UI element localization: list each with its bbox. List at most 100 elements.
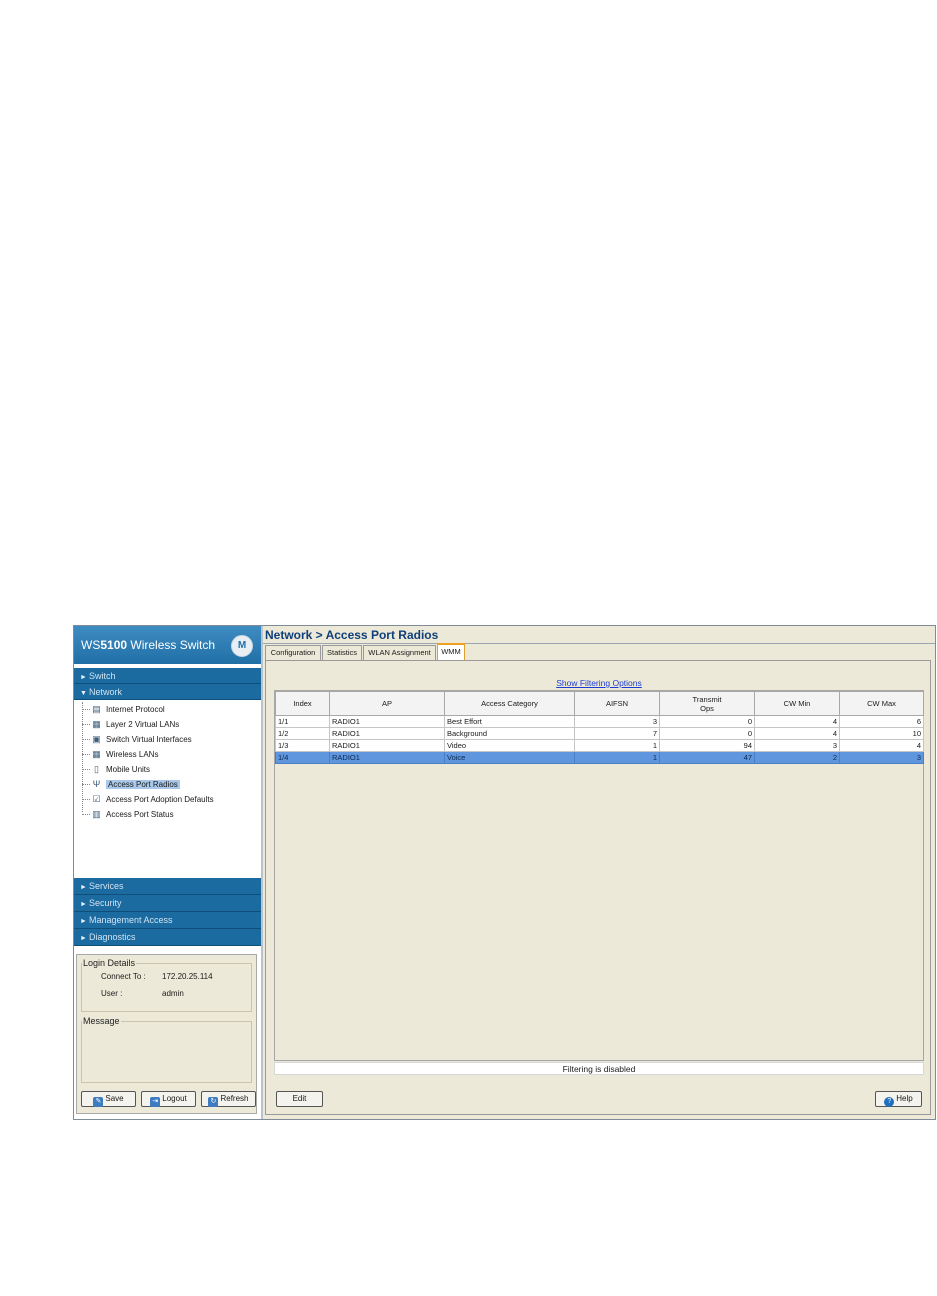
- refresh-icon: ↻: [208, 1097, 219, 1107]
- col-header-transmit-ops[interactable]: Transmit Ops: [659, 691, 755, 716]
- cell-cw-min: 2: [754, 751, 840, 764]
- cell-ap: RADIO1: [329, 715, 445, 728]
- login-details: Login Details Connect To :172.20.25.114 …: [81, 958, 252, 1012]
- tree-item-switch-virtual-interfaces[interactable]: ▣ Switch Virtual Interfaces: [74, 732, 261, 747]
- nav-label: Network: [89, 687, 123, 697]
- wlan-icon: ▦: [92, 749, 101, 759]
- cell-index: 1/2: [275, 727, 330, 740]
- help-button[interactable]: ? Help: [875, 1091, 922, 1107]
- user-label: User :: [101, 989, 123, 998]
- nav-label: Switch: [89, 671, 116, 681]
- tree-item-wireless-lans[interactable]: ▦ Wireless LANs: [74, 747, 261, 762]
- nav-services[interactable]: ► Services: [74, 878, 261, 895]
- tab-statistics[interactable]: Statistics: [322, 645, 362, 660]
- brand-header: WS5100 Wireless Switch M: [74, 626, 261, 664]
- col-header-aifsn[interactable]: AIFSN: [574, 691, 660, 716]
- login-details-legend: Login Details: [83, 958, 136, 968]
- brand-model: 5100: [100, 638, 128, 652]
- connect-to-label: Connect To :: [101, 972, 146, 981]
- nav-management-access[interactable]: ► Management Access: [74, 912, 261, 929]
- table-row[interactable]: 1/2 RADIO1 Background 7 0 4 10: [275, 727, 924, 740]
- cell-access-category: Best Effort: [444, 715, 575, 728]
- nav-label: Services: [89, 881, 124, 891]
- col-header-ap[interactable]: AP: [329, 691, 445, 716]
- tree-item-access-port-adoption-defaults[interactable]: ☑ Access Port Adoption Defaults: [74, 792, 261, 807]
- tab-wlan-assignment[interactable]: WLAN Assignment: [363, 645, 436, 660]
- nav-label: Diagnostics: [89, 932, 136, 942]
- cell-cw-min: 4: [754, 727, 840, 740]
- col-header-cw-max[interactable]: CW Max: [839, 691, 924, 716]
- cell-transmit-ops: 0: [659, 715, 755, 728]
- tab-configuration[interactable]: Configuration: [265, 645, 321, 660]
- table-row-selected[interactable]: 1/4 RADIO1 Voice 1 47 2 3: [275, 751, 924, 764]
- tree-item-layer2-vlans[interactable]: ▦ Layer 2 Virtual LANs: [74, 717, 261, 732]
- content-pane: Network > Access Port Radios Configurati…: [263, 626, 935, 1119]
- nav-label: Management Access: [89, 915, 173, 925]
- wmm-table: Index AP Access Category AIFSN Transmit …: [274, 690, 924, 1061]
- tree-item-internet-protocol[interactable]: ▤ Internet Protocol: [74, 702, 261, 717]
- cell-cw-max: 6: [839, 715, 924, 728]
- cell-transmit-ops: 94: [659, 739, 755, 752]
- cell-access-category: Background: [444, 727, 575, 740]
- brand-prefix: WS: [81, 638, 101, 652]
- edit-button[interactable]: Edit: [276, 1091, 323, 1107]
- table-header-row: Index AP Access Category AIFSN Transmit …: [275, 691, 924, 716]
- nav-diagnostics[interactable]: ► Diagnostics: [74, 929, 261, 946]
- chevron-right-icon: ►: [80, 901, 87, 908]
- user-value: admin: [162, 989, 184, 998]
- nav-network[interactable]: ▼ Network: [74, 684, 261, 700]
- cell-transmit-ops: 47: [659, 751, 755, 764]
- table-row[interactable]: 1/1 RADIO1 Best Effort 3 0 4 6: [275, 715, 924, 728]
- cell-index: 1/1: [275, 715, 330, 728]
- save-icon: ✎: [93, 1097, 104, 1107]
- tree-item-access-port-status[interactable]: ▥ Access Port Status: [74, 807, 261, 822]
- chevron-right-icon: ►: [80, 884, 87, 891]
- cell-index: 1/3: [275, 739, 330, 752]
- table-row[interactable]: 1/3 RADIO1 Video 1 94 3 4: [275, 739, 924, 752]
- interface-icon: ▣: [92, 734, 101, 744]
- message-box: Message: [81, 1016, 252, 1083]
- tab-wmm[interactable]: WMM: [437, 643, 465, 660]
- motorola-logo: M: [231, 635, 253, 657]
- cell-ap: RADIO1: [329, 751, 445, 764]
- login-panel: Login Details Connect To :172.20.25.114 …: [76, 954, 257, 1114]
- show-filtering-options-link[interactable]: Show Filtering Options: [266, 678, 932, 688]
- cell-cw-max: 10: [839, 727, 924, 740]
- col-header-index[interactable]: Index: [275, 691, 330, 716]
- cell-access-category: Video: [444, 739, 575, 752]
- chevron-right-icon: ►: [80, 918, 87, 925]
- col-header-cw-min[interactable]: CW Min: [754, 691, 840, 716]
- tree-item-access-port-radios[interactable]: Ψ Access Port Radios: [74, 777, 261, 792]
- page-title: Network > Access Port Radios: [265, 628, 439, 642]
- vlan-icon: ▦: [92, 719, 101, 729]
- tree-item-mobile-units[interactable]: ▯ Mobile Units: [74, 762, 261, 777]
- save-button[interactable]: ✎ Save: [81, 1091, 136, 1107]
- cell-cw-max: 3: [839, 751, 924, 764]
- chevron-right-icon: ►: [80, 935, 87, 942]
- cell-aifsn: 7: [574, 727, 660, 740]
- cell-cw-min: 3: [754, 739, 840, 752]
- cell-access-category: Voice: [444, 751, 575, 764]
- app-window: WS5100 Wireless Switch M ► Switch ▼ Networ…: [73, 625, 936, 1120]
- cell-index: 1/4: [275, 751, 330, 764]
- radio-antenna-icon: Ψ: [92, 779, 101, 789]
- nav-label: Security: [89, 898, 122, 908]
- mobile-unit-icon: ▯: [94, 764, 99, 774]
- help-icon: ?: [884, 1097, 895, 1107]
- logout-button[interactable]: ⇥ Logout: [141, 1091, 196, 1107]
- cell-cw-min: 4: [754, 715, 840, 728]
- refresh-button[interactable]: ↻ Refresh: [201, 1091, 256, 1107]
- protocol-icon: ▤: [92, 704, 101, 714]
- cell-aifsn: 3: [574, 715, 660, 728]
- network-tree: ▤ Internet Protocol ▦ Layer 2 Virtual LANs…: [74, 700, 261, 878]
- brand-suffix: Wireless Switch: [127, 638, 216, 652]
- adoption-icon: ☑: [92, 794, 101, 804]
- nav-switch[interactable]: ► Switch: [74, 668, 261, 684]
- message-legend: Message: [83, 1016, 120, 1026]
- col-header-access-category[interactable]: Access Category: [444, 691, 575, 716]
- cell-aifsn: 1: [574, 739, 660, 752]
- left-pane: WS5100 Wireless Switch M ► Switch ▼ Networ…: [74, 626, 263, 1119]
- filter-status: Filtering is disabled: [274, 1062, 924, 1075]
- nav-security[interactable]: ► Security: [74, 895, 261, 912]
- cell-ap: RADIO1: [329, 739, 445, 752]
